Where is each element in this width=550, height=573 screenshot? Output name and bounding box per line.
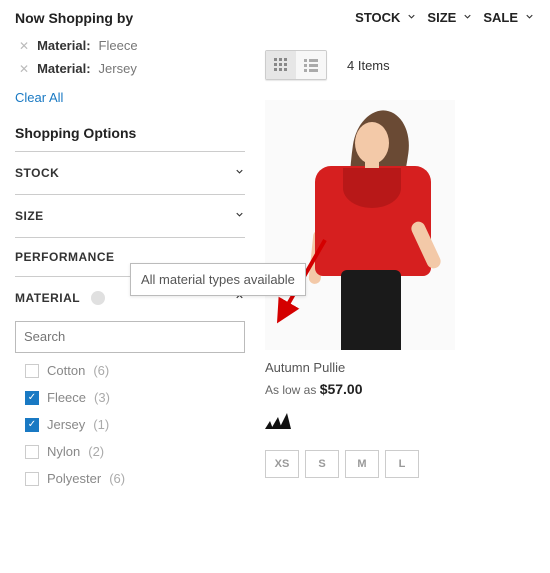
- shopping-options-title: Shopping Options: [15, 125, 245, 141]
- top-filter-sale[interactable]: SALE: [483, 10, 535, 25]
- material-search[interactable]: [15, 321, 245, 353]
- chevron-down-icon: [234, 164, 245, 182]
- applied-filter-label: Material:: [37, 61, 90, 76]
- brand-logo-icon: [265, 413, 535, 434]
- product-name[interactable]: Autumn Pullie: [265, 360, 535, 375]
- material-option-jersey[interactable]: ✓ Jersey (1): [25, 417, 245, 432]
- product-image[interactable]: [265, 100, 455, 350]
- grid-view-button[interactable]: [266, 51, 296, 79]
- chevron-down-icon: [234, 207, 245, 225]
- material-option-polyester[interactable]: Polyester (6): [25, 471, 245, 486]
- material-count: (2): [88, 444, 104, 459]
- tooltip: All material types available: [130, 263, 306, 296]
- top-filter-label: SIZE: [427, 10, 456, 25]
- top-filter-size[interactable]: SIZE: [427, 10, 473, 25]
- top-filter-label: STOCK: [355, 10, 400, 25]
- view-switcher: [265, 50, 327, 80]
- size-swatch-l[interactable]: L: [385, 450, 419, 478]
- top-filter-label: SALE: [483, 10, 518, 25]
- checkbox-checked-icon[interactable]: ✓: [25, 391, 39, 405]
- material-option-fleece[interactable]: ✓ Fleece (3): [25, 390, 245, 405]
- item-count: 4 Items: [347, 58, 390, 73]
- info-icon[interactable]: [91, 291, 105, 305]
- size-swatches: XS S M L: [265, 450, 535, 478]
- material-label: Polyester: [47, 471, 101, 486]
- facet-size[interactable]: SIZE: [15, 194, 245, 237]
- applied-filter-value: Fleece: [99, 38, 138, 53]
- material-label: Fleece: [47, 390, 86, 405]
- material-label: Nylon: [47, 444, 80, 459]
- remove-filter-icon[interactable]: ✕: [19, 62, 29, 76]
- size-swatch-xs[interactable]: XS: [265, 450, 299, 478]
- search-input[interactable]: [24, 329, 236, 344]
- now-shopping-title: Now Shopping by: [15, 10, 245, 26]
- facet-stock[interactable]: STOCK: [15, 151, 245, 194]
- chevron-down-icon: [462, 10, 473, 25]
- material-label: Cotton: [47, 363, 85, 378]
- checkbox-icon[interactable]: [25, 445, 39, 459]
- product-price-row: As low as $57.00: [265, 381, 535, 397]
- applied-filter: ✕ Material: Fleece: [15, 38, 245, 53]
- applied-filter-label: Material:: [37, 38, 90, 53]
- facet-label: SIZE: [15, 209, 44, 223]
- size-swatch-s[interactable]: S: [305, 450, 339, 478]
- material-option-cotton[interactable]: Cotton (6): [25, 363, 245, 378]
- product-price: $57.00: [320, 381, 363, 397]
- chevron-down-icon: [406, 10, 417, 25]
- size-swatch-m[interactable]: M: [345, 450, 379, 478]
- applied-filter: ✕ Material: Jersey: [15, 61, 245, 76]
- material-count: (6): [109, 471, 125, 486]
- remove-filter-icon[interactable]: ✕: [19, 39, 29, 53]
- checkbox-icon[interactable]: [25, 364, 39, 378]
- material-count: (3): [94, 390, 110, 405]
- price-prefix: As low as: [265, 383, 320, 397]
- facet-label: STOCK: [15, 166, 59, 180]
- facet-material[interactable]: MATERIAL All material types available: [15, 276, 245, 317]
- material-count: (1): [93, 417, 109, 432]
- material-count: (6): [93, 363, 109, 378]
- checkbox-icon[interactable]: [25, 472, 39, 486]
- model-figure: [265, 100, 455, 350]
- applied-filter-value: Jersey: [99, 61, 137, 76]
- chevron-down-icon: [524, 10, 535, 25]
- material-label: Jersey: [47, 417, 85, 432]
- material-option-nylon[interactable]: Nylon (2): [25, 444, 245, 459]
- clear-all-link[interactable]: Clear All: [15, 90, 63, 105]
- checkbox-checked-icon[interactable]: ✓: [25, 418, 39, 432]
- facet-label: PERFORMANCE: [15, 250, 115, 264]
- top-filter-stock[interactable]: STOCK: [355, 10, 417, 25]
- list-view-button[interactable]: [296, 51, 326, 79]
- facet-label: MATERIAL: [15, 291, 80, 305]
